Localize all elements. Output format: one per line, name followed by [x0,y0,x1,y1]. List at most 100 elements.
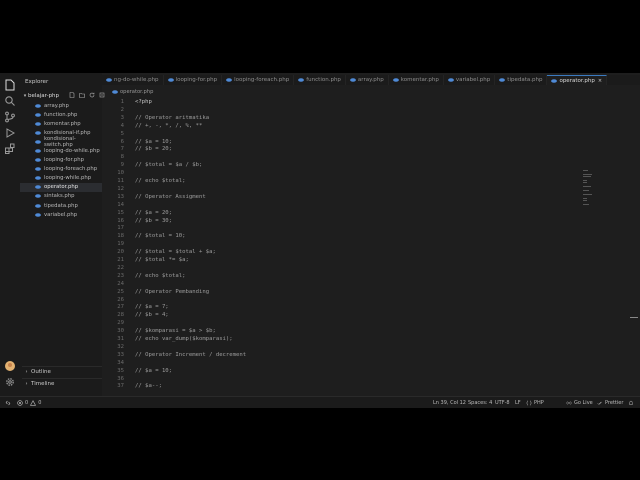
editor-tab[interactable]: operator.php × [547,75,608,85]
file-name: variabel.php [44,211,78,218]
explorer-icon[interactable] [3,78,17,92]
tab-label: array.php [357,77,384,83]
file-item[interactable]: variabel.php [20,210,102,219]
new-folder-icon[interactable] [78,91,85,98]
extensions-icon[interactable] [3,142,17,156]
file-item[interactable]: looping-for.php [20,156,102,165]
file-item[interactable]: looping-foreach.php [20,165,102,174]
file-name: operator.php [44,184,79,191]
file-item[interactable]: looping-do-while.php [20,146,102,155]
go-live-button[interactable]: Go Live [566,399,593,407]
php-file-icon [35,212,41,217]
search-icon[interactable] [3,94,17,108]
cursor-position[interactable]: Ln 39, Col 12 [433,399,466,407]
editor-tab[interactable]: komentar.php [389,75,444,85]
php-file-icon [167,78,174,82]
end-of-line[interactable]: LF [515,399,521,407]
code-line: // echo $total; [135,272,186,279]
editor-tab[interactable]: looping-for.php [164,75,223,85]
notifications-icon[interactable] [628,399,634,407]
php-file-icon [35,103,41,108]
file-item[interactable]: komentar.php [20,119,102,128]
file-name: looping-for.php [44,157,84,164]
refresh-icon[interactable] [88,91,95,98]
account-avatar[interactable] [3,359,17,373]
php-file-icon [35,167,41,172]
minimap[interactable] [583,170,595,210]
file-item[interactable]: sintaks.php [20,192,102,201]
editor-tab[interactable]: ng-do-while.php [102,75,164,85]
php-file-icon [350,78,356,82]
line-number: 13 [117,193,124,200]
file-item[interactable]: kondisional-switch.php [20,136,102,148]
code-line: // $total = 10; [135,233,186,240]
file-name: function.php [44,111,78,118]
php-file-icon [35,130,41,135]
php-file-icon [35,112,41,117]
outline-section[interactable]: › Outline [22,366,102,377]
php-file-icon [35,185,41,190]
line-number: 28 [117,312,124,319]
tab-label: function.php [306,77,341,83]
line-number: 30 [117,328,124,335]
warning-icon [30,400,37,406]
manage-gear-icon[interactable] [3,375,17,389]
problems-indicator[interactable]: 0 0 [17,399,41,407]
prettier-button[interactable]: Prettier [597,399,623,407]
code-line: // Operator Assigment [135,193,206,200]
close-icon[interactable]: × [598,78,602,84]
line-number: 12 [117,185,124,192]
tab-label: variabel.php [455,77,491,83]
line-number: 32 [117,343,124,350]
line-number: 25 [117,288,124,295]
source-control-icon[interactable] [3,110,17,124]
editor-tab[interactable]: variabel.php [444,75,496,85]
file-item[interactable]: operator.php [20,182,102,192]
code-line: // $total = $total + $a; [135,249,216,256]
line-number: 18 [117,233,124,240]
editor-tab[interactable]: tipedata.php [495,75,548,85]
file-item[interactable]: array.php [20,101,102,110]
file-item[interactable]: function.php [20,110,102,119]
file-name: komentar.php [44,120,81,127]
line-number: 16 [117,217,124,224]
double-check-icon [597,401,602,405]
php-file-icon [298,78,305,82]
php-file-icon [35,139,41,144]
timeline-section[interactable]: › Timeline [22,378,102,389]
code-editor[interactable]: 1 <?php 2 3 // Operator aritmatika 4 // +, -, … [102,97,640,396]
line-number: 33 [117,351,124,358]
line-number: 9 [120,162,124,169]
file-name: looping-foreach.php [44,166,98,173]
vertical-scrollbar[interactable] [630,317,638,318]
remote-icon[interactable] [5,399,11,407]
code-line: <?php [135,99,152,105]
new-file-icon[interactable] [68,91,75,98]
editor-tab[interactable]: array.php [346,75,389,85]
activity-bar [0,73,21,396]
tab-label: operator.php [559,78,595,84]
file-name: sintaks.php [44,193,75,200]
run-debug-icon[interactable] [3,126,17,140]
code-line: // Operator aritmatika [135,114,210,121]
error-icon [17,400,23,406]
php-file-icon [112,90,118,94]
php-file-icon [35,149,41,154]
code-line: // $total *= $a; [135,257,189,263]
file-item[interactable]: tipedata.php [20,201,102,210]
file-item[interactable]: looping-while.php [20,174,102,183]
tab-label: looping-foreach.php [234,77,290,83]
line-number: 19 [117,241,124,248]
timeline-label: Timeline [31,381,55,387]
line-number: 5 [120,130,124,137]
indentation[interactable]: Spaces: 4 [468,399,492,407]
encoding[interactable]: UTF-8 [495,399,510,407]
code-line: // +, -, *, /, %, ** [135,122,203,129]
go-live-label: Go Live [574,400,593,406]
php-file-icon [35,203,41,208]
sidebar-title: Explorer [25,79,49,85]
language-mode[interactable]: PHP [526,399,544,407]
editor-tab[interactable]: function.php [294,75,346,85]
breadcrumb[interactable]: operator.php [112,88,153,96]
editor-tab[interactable]: looping-foreach.php [222,75,295,85]
